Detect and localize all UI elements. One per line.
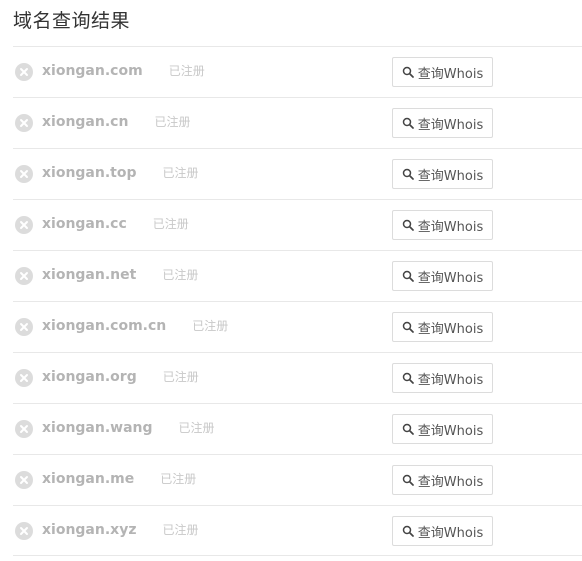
whois-button-label: 查询Whois — [417, 168, 484, 184]
search-icon — [402, 168, 414, 180]
domain-name: xiongan.com.cn 已注册 — [42, 317, 228, 334]
whois-button[interactable]: 查询Whois — [392, 159, 493, 189]
whois-button-label: 查询Whois — [417, 321, 484, 337]
status-label: 已注册 — [162, 166, 199, 180]
domain-name: xiongan.me 已注册 — [42, 470, 196, 487]
status-label: 已注册 — [162, 523, 199, 537]
domain-result-list: xiongan.com 已注册 查询Whois xiongan.cn 已注册 查询W… — [13, 46, 582, 556]
search-icon — [402, 66, 414, 78]
close-circle-icon — [15, 369, 33, 387]
whois-button[interactable]: 查询Whois — [392, 414, 493, 444]
whois-button[interactable]: 查询Whois — [392, 465, 493, 495]
domain-name-text: xiongan.top — [42, 165, 137, 181]
search-icon — [402, 525, 414, 537]
whois-button-label: 查询Whois — [417, 423, 484, 439]
whois-button-label: 查询Whois — [417, 219, 484, 235]
domain-name-text: xiongan.me — [42, 471, 135, 487]
search-icon — [402, 270, 414, 282]
status-label: 已注册 — [160, 472, 197, 486]
search-icon — [402, 219, 414, 231]
close-circle-icon — [15, 318, 33, 336]
domain-name: xiongan.net 已注册 — [42, 266, 198, 283]
status-label: 已注册 — [154, 115, 191, 129]
close-circle-icon — [15, 471, 33, 489]
search-icon — [402, 321, 414, 333]
domain-name-text: xiongan.org — [42, 369, 137, 385]
whois-button-label: 查询Whois — [417, 66, 484, 82]
domain-name-text: xiongan.com.cn — [42, 318, 167, 334]
domain-name-text: xiongan.net — [42, 267, 137, 283]
close-circle-icon — [15, 63, 33, 81]
whois-button-label: 查询Whois — [417, 525, 484, 541]
domain-row: xiongan.wang 已注册 查询Whois — [13, 403, 582, 454]
domain-row: xiongan.com.cn 已注册 查询Whois — [13, 301, 582, 352]
whois-button[interactable]: 查询Whois — [392, 210, 493, 240]
whois-button-label: 查询Whois — [417, 474, 484, 490]
whois-button[interactable]: 查询Whois — [392, 363, 493, 393]
domain-name: xiongan.cn 已注册 — [42, 113, 190, 130]
status-label: 已注册 — [168, 64, 205, 78]
domain-row: xiongan.cn 已注册 查询Whois — [13, 97, 582, 148]
status-label: 已注册 — [162, 268, 199, 282]
close-circle-icon — [15, 165, 33, 183]
domain-name-text: xiongan.cc — [42, 216, 127, 232]
domain-row: xiongan.xyz 已注册 查询Whois — [13, 505, 582, 556]
close-circle-icon — [15, 216, 33, 234]
domain-row: xiongan.top 已注册 查询Whois — [13, 148, 582, 199]
search-icon — [402, 474, 414, 486]
domain-row: xiongan.net 已注册 查询Whois — [13, 250, 582, 301]
whois-button-label: 查询Whois — [417, 117, 484, 133]
search-icon — [402, 117, 414, 129]
close-circle-icon — [15, 114, 33, 132]
whois-button[interactable]: 查询Whois — [392, 312, 493, 342]
domain-name: xiongan.cc 已注册 — [42, 215, 189, 232]
status-label: 已注册 — [162, 370, 199, 384]
domain-name: xiongan.org 已注册 — [42, 368, 199, 385]
domain-row: xiongan.org 已注册 查询Whois — [13, 352, 582, 403]
domain-row: xiongan.cc 已注册 查询Whois — [13, 199, 582, 250]
search-icon — [402, 372, 414, 384]
close-circle-icon — [15, 267, 33, 285]
domain-name-text: xiongan.wang — [42, 420, 153, 436]
whois-button[interactable]: 查询Whois — [392, 261, 493, 291]
domain-name-text: xiongan.com — [42, 63, 143, 79]
page-title: 域名查询结果 — [13, 10, 131, 32]
domain-name-text: xiongan.cn — [42, 114, 129, 130]
whois-button[interactable]: 查询Whois — [392, 57, 493, 87]
whois-button[interactable]: 查询Whois — [392, 516, 493, 546]
whois-button-label: 查询Whois — [417, 270, 484, 286]
domain-name-text: xiongan.xyz — [42, 522, 137, 538]
domain-name: xiongan.top 已注册 — [42, 164, 199, 181]
close-circle-icon — [15, 420, 33, 438]
domain-row: xiongan.me 已注册 查询Whois — [13, 454, 582, 505]
domain-name: xiongan.com 已注册 — [42, 62, 205, 79]
domain-name: xiongan.wang 已注册 — [42, 419, 215, 436]
domain-row: xiongan.com 已注册 查询Whois — [13, 46, 582, 97]
status-label: 已注册 — [178, 421, 215, 435]
whois-button-label: 查询Whois — [417, 372, 484, 388]
status-label: 已注册 — [152, 217, 189, 231]
search-icon — [402, 423, 414, 435]
domain-name: xiongan.xyz 已注册 — [42, 521, 199, 538]
status-label: 已注册 — [192, 319, 229, 333]
whois-button[interactable]: 查询Whois — [392, 108, 493, 138]
close-circle-icon — [15, 522, 33, 540]
